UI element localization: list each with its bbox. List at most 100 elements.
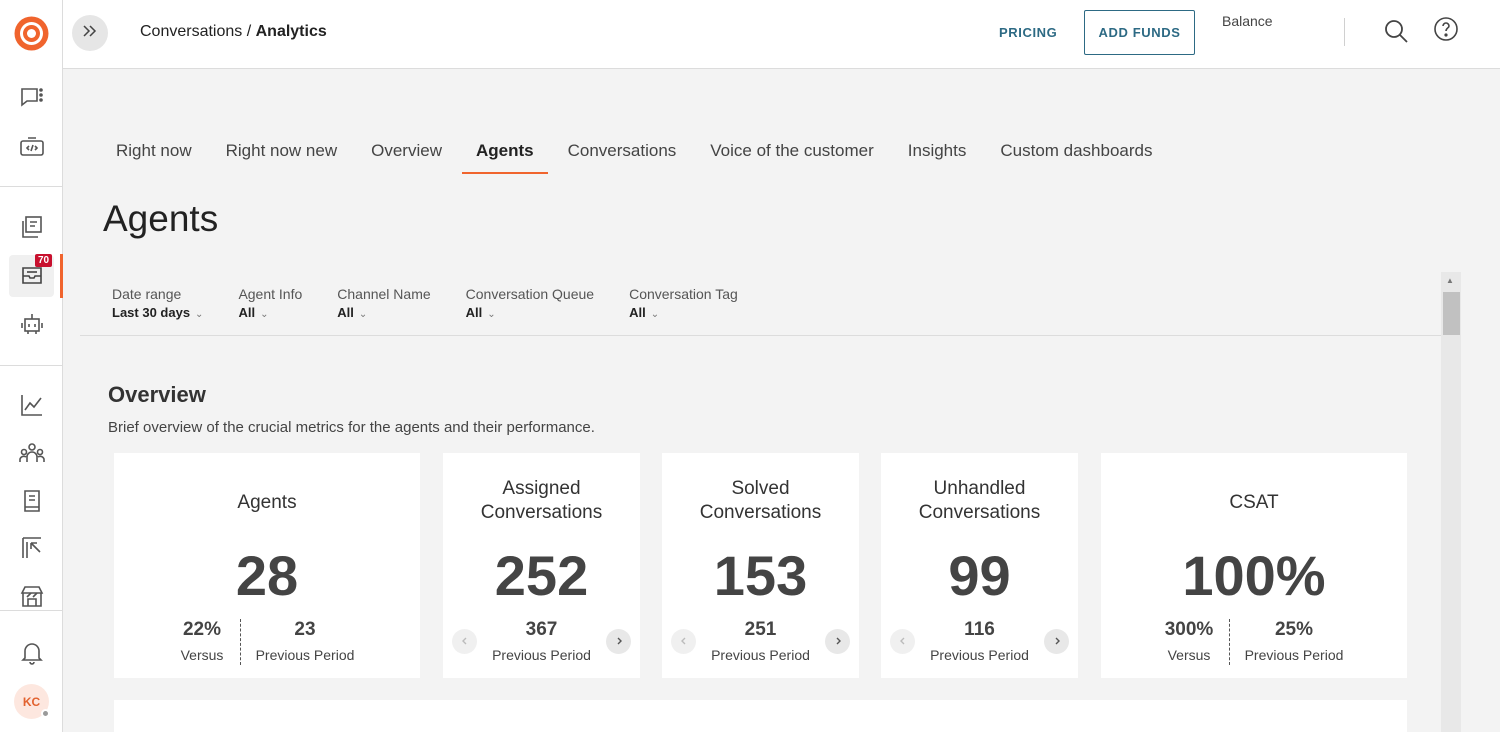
solved-conversations-card: Solved Conversations 153 251 Previous Pe… [662, 453, 859, 678]
filter-label: Conversation Tag [629, 286, 738, 302]
sidebar-divider [0, 365, 62, 366]
scroll-up-icon[interactable]: ▲ [1446, 276, 1454, 285]
filter-label: Agent Info [238, 286, 302, 302]
filter-channel-name[interactable]: Channel Name All ⌄ [337, 286, 430, 320]
header-divider [1344, 18, 1345, 46]
card-value: 28 [114, 541, 420, 611]
logo-icon[interactable] [13, 15, 50, 52]
breadcrumb-current: Analytics [256, 23, 327, 40]
metrics-panel [114, 700, 1407, 732]
previous-label: Previous Period [481, 647, 602, 663]
card-title-line: Assigned [443, 477, 640, 501]
tab-voice-of-the-customer[interactable]: Voice of the customer [710, 141, 873, 174]
chevron-down-icon: ⌄ [359, 309, 367, 320]
analytics-icon[interactable] [12, 385, 52, 425]
analytics-tabs: Right now Right now new Overview Agents … [116, 141, 1187, 174]
code-icon[interactable] [12, 127, 52, 167]
expand-icon [81, 24, 99, 43]
tab-overview[interactable]: Overview [371, 141, 442, 174]
versus-label: Versus [172, 647, 232, 663]
versus-value: 300% [1157, 619, 1221, 641]
agents-card: Agents 28 22% Versus 23 Previous Period [114, 453, 420, 678]
filter-label: Date range [112, 286, 203, 302]
csat-card: CSAT 100% 300% Versus 25% Previous Perio… [1101, 453, 1407, 678]
card-value: 153 [662, 541, 859, 611]
breadcrumb-parent[interactable]: Conversations / [140, 23, 256, 40]
chevron-down-icon: ⌄ [195, 309, 203, 320]
unhandled-conversations-card: Unhandled Conversations 99 116 Previous … [881, 453, 1078, 678]
card-title: Agents [114, 491, 420, 515]
tab-right-now-new[interactable]: Right now new [226, 141, 338, 174]
filter-label: Channel Name [337, 286, 430, 302]
prev-button[interactable] [671, 629, 696, 654]
filter-conversation-queue[interactable]: Conversation Queue All⌄ [466, 286, 594, 320]
tab-right-now[interactable]: Right now [116, 141, 192, 174]
help-icon[interactable] [1431, 14, 1461, 44]
card-title-line: Conversations [443, 501, 640, 525]
previous-period-stat: 25% Previous Period [1243, 619, 1345, 663]
report-icon[interactable] [12, 528, 52, 568]
scrollbar[interactable] [1441, 272, 1461, 732]
status-dot [41, 709, 50, 718]
previous-label: Previous Period [700, 647, 821, 663]
tab-custom-dashboards[interactable]: Custom dashboards [1000, 141, 1152, 174]
next-button[interactable] [606, 629, 631, 654]
previous-period-stat: 251 Previous Period [700, 619, 821, 663]
previous-label: Previous Period [1243, 647, 1345, 663]
filter-value: All [466, 305, 483, 320]
filter-value: All [238, 305, 255, 320]
previous-value: 23 [254, 619, 356, 641]
expand-button[interactable] [72, 15, 108, 51]
scrollbar-thumb[interactable] [1443, 292, 1460, 335]
card-title-line: Conversations [881, 501, 1078, 525]
previous-label: Previous Period [254, 647, 356, 663]
next-button[interactable] [1044, 629, 1069, 654]
breadcrumb: Conversations / Analytics [140, 23, 327, 41]
previous-period-stat: 367 Previous Period [481, 619, 602, 663]
bell-icon[interactable] [12, 633, 52, 673]
tab-conversations[interactable]: Conversations [568, 141, 677, 174]
sidebar-divider [0, 610, 62, 611]
card-title: Assigned Conversations [443, 477, 640, 525]
left-sidebar: 70 KC [0, 0, 63, 732]
people-icon[interactable] [12, 433, 52, 473]
tab-agents[interactable]: Agents [476, 141, 534, 174]
book-icon[interactable] [12, 481, 52, 521]
filter-conversation-tag[interactable]: Conversation Tag All⌄ [629, 286, 738, 320]
chevron-left-icon [898, 633, 908, 651]
chevron-down-icon: ⌄ [260, 309, 268, 320]
versus-value: 22% [172, 619, 232, 641]
card-title-line: Unhandled [881, 477, 1078, 501]
conversations-icon[interactable] [12, 77, 52, 117]
stat-divider [240, 619, 241, 665]
filter-bar: Date range Last 30 days ⌄ Agent Info All ⌄… [112, 286, 773, 320]
notification-badge: 70 [35, 254, 52, 267]
copy-icon[interactable] [12, 207, 52, 247]
chevron-down-icon: ⌄ [651, 309, 659, 320]
bot-icon[interactable] [12, 304, 52, 344]
filter-agent-info[interactable]: Agent Info All ⌄ [238, 286, 302, 320]
card-title: Solved Conversations [662, 477, 859, 525]
add-funds-button[interactable]: ADD FUNDS [1084, 10, 1195, 55]
versus-label: Versus [1157, 647, 1221, 663]
prev-button[interactable] [452, 629, 477, 654]
chevron-right-icon [1052, 633, 1062, 651]
filter-value: Last 30 days [112, 305, 190, 320]
card-title: CSAT [1101, 491, 1407, 515]
prev-button[interactable] [890, 629, 915, 654]
chevron-right-icon [833, 633, 843, 651]
section-description: Brief overview of the crucial metrics fo… [108, 419, 595, 436]
chevron-down-icon: ⌄ [487, 309, 495, 320]
next-button[interactable] [825, 629, 850, 654]
previous-value: 251 [700, 619, 821, 641]
search-icon[interactable] [1381, 16, 1411, 46]
top-bar: Conversations / Analytics PRICING ADD FU… [63, 0, 1500, 69]
pricing-link[interactable]: PRICING [999, 25, 1057, 40]
filter-value: All [337, 305, 354, 320]
chevron-right-icon [614, 633, 624, 651]
previous-value: 25% [1243, 619, 1345, 641]
previous-period-stat: 23 Previous Period [254, 619, 356, 663]
tab-insights[interactable]: Insights [908, 141, 967, 174]
filter-date-range[interactable]: Date range Last 30 days ⌄ [112, 286, 203, 320]
active-indicator [60, 254, 63, 298]
